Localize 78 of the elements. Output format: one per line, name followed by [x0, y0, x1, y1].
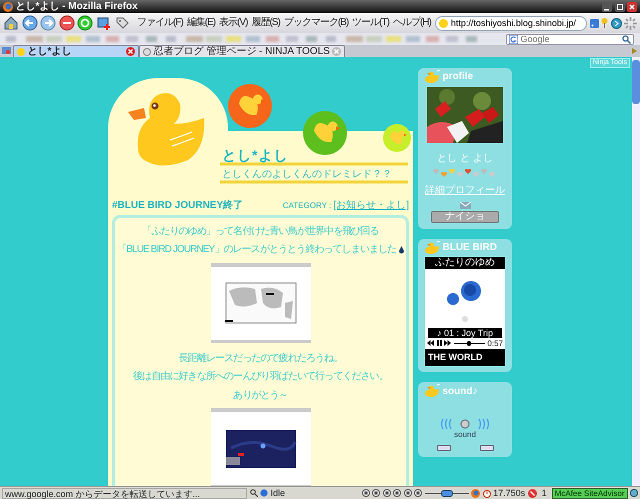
post-text: ありがとう～ — [232, 390, 289, 401]
maximize-icon[interactable] — [614, 2, 624, 12]
tab-list-icon[interactable] — [2, 46, 11, 55]
globe-icon — [630, 489, 638, 497]
post-text: 「BLUE BIRD JOURNEY」のレースがとうとう終わってしまいました — [117, 244, 396, 256]
advisor-badge[interactable]: McAfee SiteAdvisor — [552, 488, 628, 498]
mini-button[interactable] — [480, 444, 494, 451]
post-text: 「ふたりのゆめ」って名付けた青い鳥が世界中を飛び回る — [141, 226, 380, 237]
home-icon[interactable] — [3, 15, 19, 31]
scroll-thumb[interactable] — [632, 60, 640, 104]
reload-icon[interactable] — [77, 15, 93, 31]
duckling-drawing — [383, 124, 411, 152]
drop-icon — [398, 246, 404, 254]
album-title: THE WORLD — [427, 351, 484, 364]
status-text: www.google.com からデータを転送しています... — [2, 488, 247, 498]
tab-label: とし*よし — [28, 46, 72, 57]
close-icon[interactable] — [627, 2, 637, 12]
forward-icon[interactable] — [444, 340, 451, 346]
firefox-icon — [471, 488, 480, 498]
widget-title: BLUE BIRD — [442, 242, 497, 254]
player-icon — [260, 489, 268, 497]
activity-icon — [624, 16, 637, 30]
back-icon[interactable] — [22, 15, 38, 31]
hearts-icon — [433, 169, 497, 177]
minimize-icon[interactable] — [602, 2, 612, 12]
menu-item[interactable]: ファイル(F) — [135, 17, 185, 29]
search-icon[interactable] — [250, 489, 258, 497]
tag-icon[interactable] — [114, 15, 130, 31]
song-title: ふたりのゆめ — [434, 257, 496, 268]
favicon-icon — [439, 18, 448, 28]
address-bar[interactable]: http://toshiyoshi.blog.shinobi.jp/ — [435, 16, 587, 30]
browser-tab[interactable]: 忍者ブログ 管理ページ - NINJA TOOLS — [139, 45, 346, 57]
duck-icon — [422, 240, 440, 254]
speaker-icon[interactable] — [440, 418, 490, 430]
sound-label: sound — [453, 430, 477, 440]
tab-label: 忍者ブログ 管理ページ - NINJA TOOLS — [154, 46, 330, 57]
search-bar[interactable]: Google — [506, 34, 634, 44]
duckling-drawing — [303, 111, 347, 155]
post-category: CATEGORY : [お知らせ・よし] — [282, 200, 409, 212]
favicon-icon — [143, 48, 151, 56]
widget-title: profile — [442, 71, 474, 83]
blocked-icon — [528, 488, 537, 498]
count-label: 1 — [540, 488, 548, 498]
go-icon[interactable] — [610, 18, 622, 28]
menu-item[interactable]: 編集(E) — [184, 17, 218, 29]
search-icon[interactable] — [622, 34, 631, 44]
post-text: 長距離レースだったので疲れたろうね。 — [178, 352, 344, 364]
widget-title: sound♪ — [442, 386, 478, 398]
blog-subtitle: としくんのよしくんのドレミレド？？ — [222, 169, 392, 180]
address-field[interactable]: http://toshiyoshi.blog.shinobi.jp/ — [450, 18, 583, 28]
scrollbar[interactable] — [632, 57, 640, 486]
player-state: Idle — [270, 488, 286, 498]
menu-item[interactable]: 表示(V) — [217, 17, 250, 29]
search-field[interactable]: Google — [520, 34, 620, 44]
duck-icon — [422, 384, 440, 398]
volume-slider[interactable] — [424, 490, 469, 496]
tab-close-icon[interactable] — [126, 47, 135, 56]
duckling-drawing — [228, 84, 272, 128]
time-label: 0:57 — [487, 338, 503, 348]
google-icon — [509, 34, 518, 44]
post-title: #BLUE BIRD JOURNEY終了 — [112, 200, 244, 212]
post-text: 後は自由に好きな所へのーんびり羽ばたいて行ってください。 — [132, 371, 389, 382]
menu-item[interactable]: ブックマーク(B) — [282, 17, 350, 29]
menu-item[interactable]: ヘルプ(H) — [390, 17, 433, 29]
mini-button[interactable] — [436, 444, 450, 451]
firefox-icon — [3, 2, 13, 12]
window-plus-icon[interactable] — [96, 15, 112, 31]
window-title: とし*よし - Mozilla Firefox — [16, 0, 138, 12]
favicon-icon — [17, 48, 25, 56]
timer-label: 17.750s — [493, 488, 526, 498]
rewind-icon[interactable] — [427, 340, 434, 346]
duck-icon — [422, 70, 440, 84]
menu-item[interactable]: 履歴(S) — [249, 17, 282, 29]
profile-name: とし と よし — [436, 152, 494, 164]
pin-icon[interactable] — [601, 18, 608, 28]
browser-tab[interactable]: とし*よし — [13, 45, 139, 57]
menu-item[interactable]: ツール(T) — [350, 17, 391, 29]
timer-icon — [482, 488, 491, 498]
